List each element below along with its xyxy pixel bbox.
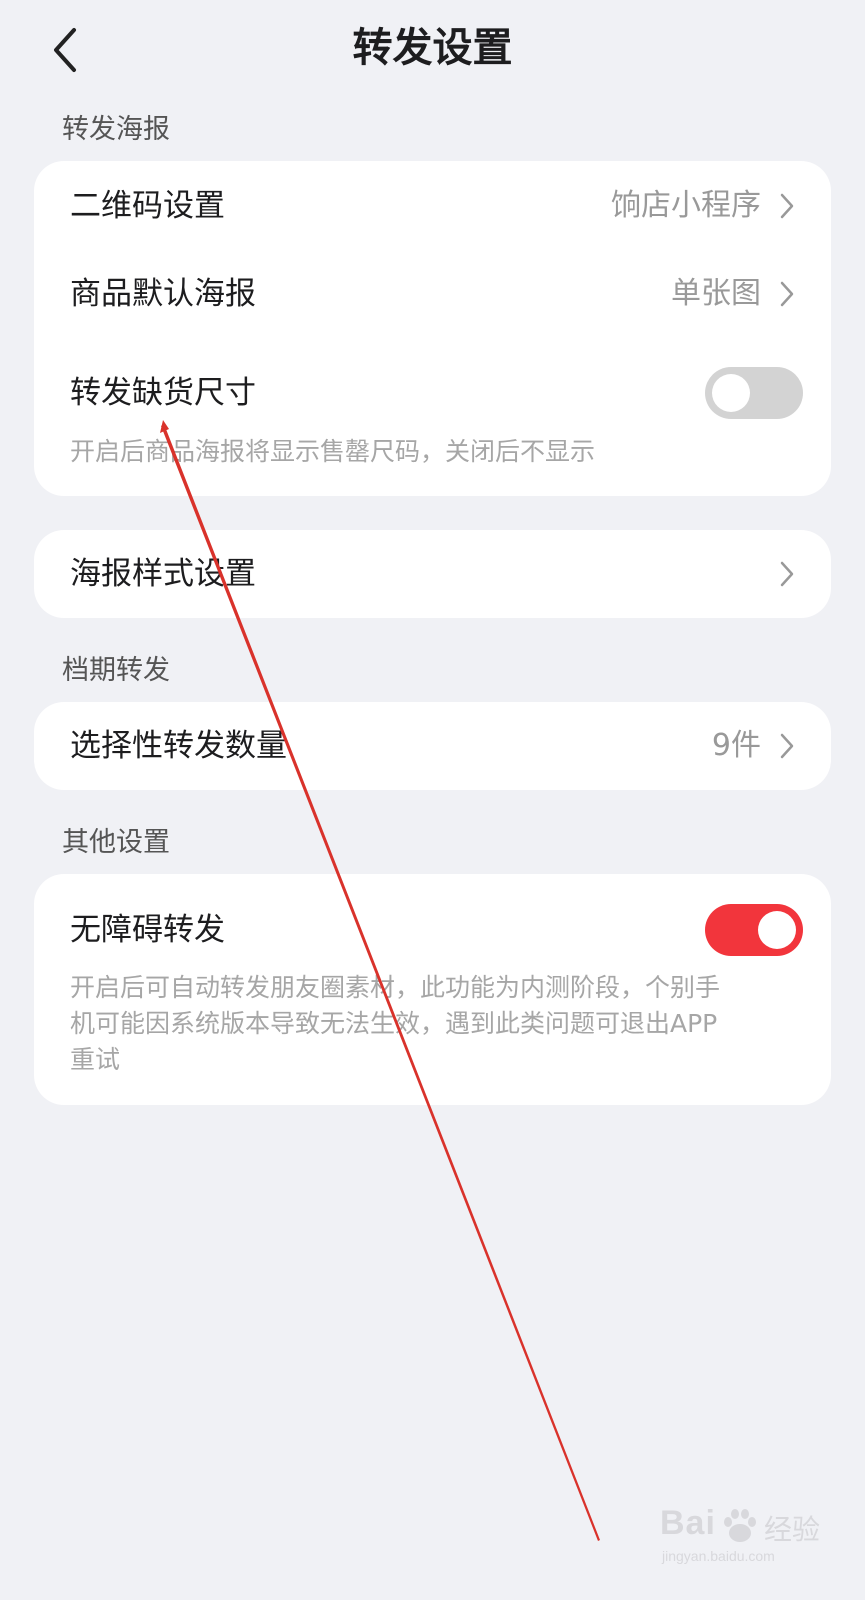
qrcode-settings-row[interactable]: 二维码设置 饷店小程序 <box>34 162 831 250</box>
poster-style-label: 海报样式设置 <box>70 556 256 592</box>
paw-icon <box>724 1509 756 1542</box>
out-of-stock-description: 开启后商品海报将显示售罄尺码，关闭后不显示 <box>70 437 596 466</box>
out-of-stock-toggle[interactable] <box>705 367 803 419</box>
watermark-brand: Bai <box>660 1504 716 1542</box>
default-poster-value: 单张图 <box>671 276 761 311</box>
selective-forward-count-row[interactable]: 选择性转发数量 9件 <box>34 702 831 790</box>
poster-style-row[interactable]: 海报样式设置 <box>34 530 831 618</box>
section-label-poster: 转发海报 <box>62 114 170 145</box>
section-label-other: 其他设置 <box>62 827 170 858</box>
accessible-forward-toggle[interactable] <box>705 904 803 956</box>
toggle-knob <box>712 374 750 412</box>
default-poster-label: 商品默认海报 <box>70 276 256 312</box>
baidu-jingyan-watermark: Bai 经验 jingyan.baidu.com <box>660 1500 840 1570</box>
other-settings-card: 无障碍转发 开启后可自动转发朋友圈素材，此功能为内测阶段，个别手 机可能因系统版… <box>34 874 831 1105</box>
page-title: 转发设置 <box>352 25 513 71</box>
default-poster-row[interactable]: 商品默认海报 单张图 <box>34 250 831 338</box>
description-line: 开启后可自动转发朋友圈素材，此功能为内测阶段，个别手 <box>70 973 721 1002</box>
poster-style-card: 海报样式设置 <box>34 530 831 618</box>
section-label-schedule: 档期转发 <box>62 655 170 686</box>
accessible-forward-description: 开启后可自动转发朋友圈素材，此功能为内测阶段，个别手 机可能因系统版本导致无法生… <box>70 970 795 1078</box>
toggle-knob <box>758 911 796 949</box>
accessible-forward-label: 无障碍转发 <box>70 912 225 948</box>
chevron-right-icon <box>780 193 794 219</box>
poster-settings-card: 二维码设置 饷店小程序 商品默认海报 单张图 转发缺货尺寸 开启后商品海报将显示… <box>34 161 831 496</box>
description-line: 重试 <box>70 1045 121 1074</box>
watermark-url: jingyan.baidu.com <box>662 1548 775 1564</box>
qrcode-settings-label: 二维码设置 <box>70 188 225 224</box>
schedule-card: 选择性转发数量 9件 <box>34 702 831 790</box>
chevron-right-icon <box>780 561 794 587</box>
selective-forward-count-label: 选择性转发数量 <box>70 728 287 764</box>
description-line: 机可能因系统版本导致无法生效，遇到此类问题可退出APP <box>70 1009 718 1038</box>
chevron-right-icon <box>780 281 794 307</box>
watermark-cn: 经验 <box>764 1513 821 1546</box>
header: 转发设置 <box>0 0 865 100</box>
selective-forward-count-value: 9件 <box>711 728 761 763</box>
out-of-stock-label: 转发缺货尺寸 <box>70 375 256 411</box>
chevron-right-icon <box>780 733 794 759</box>
qrcode-settings-value: 饷店小程序 <box>611 188 761 223</box>
